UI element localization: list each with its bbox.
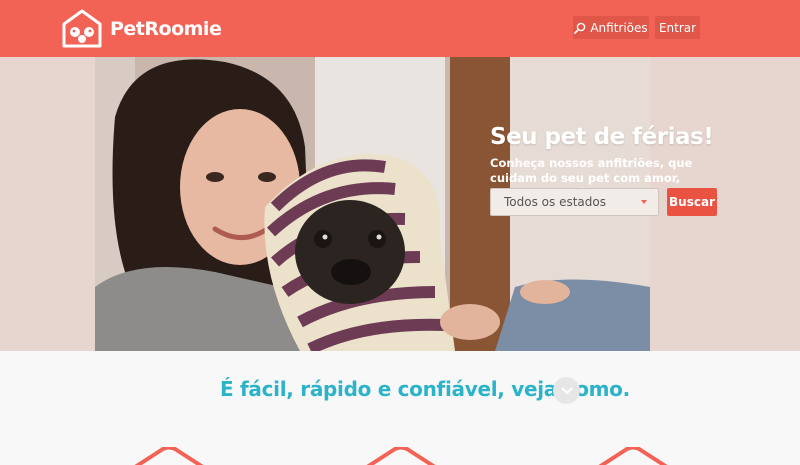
brand-name: PetRoomie bbox=[110, 18, 222, 40]
house-paw-icon bbox=[60, 8, 104, 48]
step-2-icon bbox=[366, 447, 436, 465]
state-select-value: Todos os estados bbox=[504, 195, 606, 209]
step-1-icon bbox=[134, 447, 204, 465]
state-select[interactable]: Todos os estados bbox=[490, 188, 659, 216]
search-button[interactable]: Buscar bbox=[667, 188, 717, 216]
chevron-down-icon bbox=[560, 386, 573, 394]
top-header: PetRoomie Anfitriões Entrar bbox=[0, 0, 800, 57]
scroll-down-button[interactable] bbox=[553, 377, 580, 404]
hosts-button[interactable]: Anfitriões bbox=[573, 16, 649, 39]
step-3-icon bbox=[598, 447, 668, 465]
brand-logo[interactable]: PetRoomie bbox=[60, 8, 222, 48]
search-icon bbox=[574, 22, 586, 34]
hosts-label: Anfitriões bbox=[590, 20, 648, 35]
caret-down-icon bbox=[641, 200, 647, 204]
hero-title: Seu pet de férias! bbox=[490, 124, 714, 150]
login-button[interactable]: Entrar bbox=[655, 16, 700, 39]
